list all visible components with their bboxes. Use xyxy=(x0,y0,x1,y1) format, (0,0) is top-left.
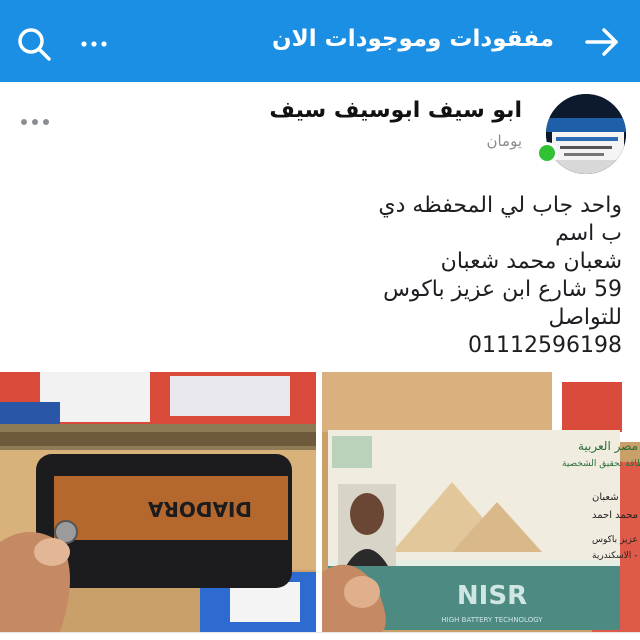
post-text-line: شعبان محمد شعبان xyxy=(440,249,622,274)
post-header: ابو سيف ابوسيف سيف يومان xyxy=(0,82,640,180)
post-text: واحد جاب لي المحفظه دي ب اسم شعبان محمد … xyxy=(62,192,622,360)
id-card-photo[interactable]: جمهورية مصر العربية بطاقة تحقيق الشخصية … xyxy=(322,372,640,632)
card-full-name: محمد شعبان محمد احمد xyxy=(592,510,640,521)
post-text-line: 59 شارع ابن عزيز باكوس xyxy=(383,277,622,302)
card-brand-tagline: HIGH BATTERY TECHNOLOGY xyxy=(441,616,543,624)
more-horizontal-icon xyxy=(21,119,49,125)
card-first-name: شعبان xyxy=(592,492,619,503)
post-photos: DIADORA جمهورية مصر العربية بطاقة تحقيق … xyxy=(0,372,640,632)
post-text-line: ب اسم xyxy=(555,221,622,246)
card-address-line: 59 ش ابن عزيز باكوس xyxy=(592,535,640,545)
search-icon xyxy=(18,28,51,61)
wallet-brand-text: DIADORA xyxy=(147,497,252,521)
post-text-line: للتواصل xyxy=(548,305,622,330)
post-author-name[interactable]: ابو سيف ابوسيف سيف xyxy=(269,98,522,123)
post-timestamp[interactable]: يومان xyxy=(486,132,522,150)
header-more-button[interactable] xyxy=(74,24,114,64)
card-header-text: جمهورية مصر العربية xyxy=(578,439,640,454)
back-button[interactable] xyxy=(582,22,622,62)
post-options-button[interactable] xyxy=(16,110,56,134)
online-status-indicator xyxy=(536,142,558,164)
arrow-right-icon xyxy=(585,28,618,56)
more-horizontal-icon xyxy=(81,41,107,47)
search-button[interactable] xyxy=(14,24,54,64)
post-text-line: واحد جاب لي المحفظه دي xyxy=(378,193,622,218)
post-footer xyxy=(0,632,640,640)
card-brand-logo: NISR xyxy=(457,581,527,611)
avatar-image xyxy=(546,94,626,174)
group-title[interactable]: مفقودات وموجودات الان xyxy=(272,26,554,52)
wallet-photo[interactable]: DIADORA xyxy=(0,372,316,632)
post-text-line[interactable]: 01112596198 xyxy=(62,332,622,360)
top-app-bar: مفقودات وموجودات الان xyxy=(0,0,640,82)
avatar[interactable] xyxy=(546,94,626,174)
card-address-line: اول الرمل - الاسكندرية xyxy=(592,551,640,561)
card-subtitle-text: بطاقة تحقيق الشخصية xyxy=(562,459,640,469)
